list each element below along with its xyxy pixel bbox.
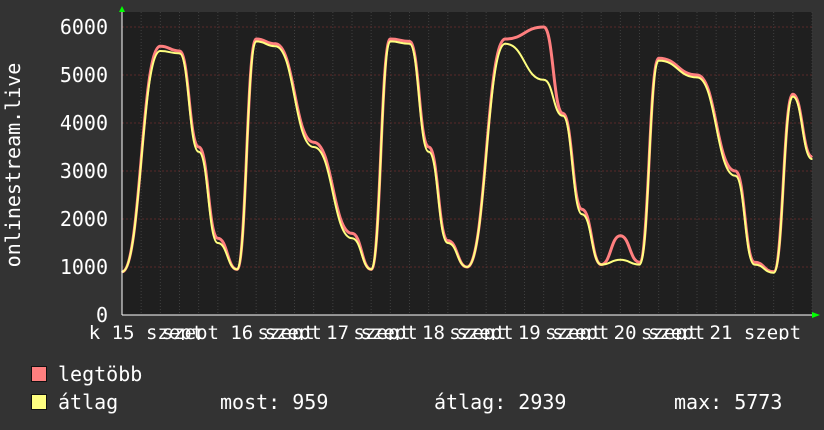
series-point-1 [811, 158, 813, 160]
x-tick-label: szept 21 szept [641, 322, 801, 340]
series-point-1 [197, 151, 200, 153]
series-point-0 [811, 155, 813, 158]
series-point-0 [638, 261, 641, 264]
series-point-0 [427, 146, 430, 148]
series-point-0 [351, 232, 353, 235]
series-point-1 [236, 268, 238, 271]
series-point-1 [370, 268, 372, 271]
series-point-0 [542, 26, 545, 28]
series-point-0 [581, 208, 583, 211]
series-point-0 [562, 112, 564, 115]
series-point-0 [657, 57, 660, 59]
series-point-1 [447, 242, 449, 244]
series-point-0 [504, 38, 507, 40]
series-point-1 [657, 59, 660, 62]
series-point-1 [753, 263, 756, 266]
series-point-0 [197, 146, 200, 148]
x-axis-ticks: k 15 szeptszept 16 szeptszept 17 szeptsz… [89, 322, 801, 340]
series-point-1 [408, 43, 411, 45]
series-point-0 [178, 50, 181, 52]
series-point-0 [447, 239, 449, 242]
series-point-1 [638, 263, 641, 266]
chart: 0100020003000400050006000 k 15 szeptszep… [0, 0, 824, 340]
series-point-0 [159, 45, 162, 47]
series-point-1 [792, 95, 794, 98]
y-tick-label: 1000 [60, 255, 108, 279]
series-point-1 [351, 237, 353, 239]
series-point-1 [466, 266, 468, 268]
stat-most: most: 959 [220, 390, 329, 414]
series-point-0 [274, 43, 277, 45]
series-point-0 [408, 40, 411, 43]
stat-atlag: átlag: 2939 [434, 390, 567, 414]
series-point-1 [217, 242, 219, 244]
y-tick-label: 4000 [60, 111, 108, 135]
series-point-1 [619, 259, 622, 261]
series-point-1 [581, 213, 583, 215]
series-point-1 [274, 45, 277, 47]
series-point-1 [389, 40, 392, 43]
y-tick-label: 3000 [60, 159, 108, 183]
series-point-0 [255, 38, 257, 40]
y-tick-label: 6000 [60, 15, 108, 39]
legend-label-legtobb: legtöbb [58, 362, 143, 386]
series-point-0 [217, 237, 219, 239]
y-tick-label: 2000 [60, 207, 108, 231]
series-point-1 [312, 146, 315, 148]
series-point-0 [792, 93, 794, 95]
series-point-0 [389, 38, 392, 40]
series-point-1 [562, 115, 564, 117]
legend-label-atlag: átlag [58, 390, 119, 414]
legend-swatch-legtobb [31, 366, 47, 382]
stat-max: max: 5773 [674, 390, 783, 414]
series-point-0 [753, 261, 756, 264]
series-point-1 [159, 50, 162, 52]
y-tick-label: 5000 [60, 63, 108, 87]
series-point-1 [600, 263, 602, 266]
series-point-1 [696, 76, 698, 79]
series-point-1 [255, 40, 257, 43]
legend-swatch-atlag [31, 394, 47, 410]
series-point-1 [427, 151, 430, 153]
series-point-0 [734, 170, 737, 172]
series-point-1 [542, 79, 545, 81]
y-axis-label: onlinestream.live [1, 63, 25, 268]
series-point-1 [734, 175, 737, 177]
series-point-0 [619, 235, 622, 237]
series-point-1 [772, 271, 775, 274]
series-point-0 [696, 74, 698, 76]
series-point-1 [178, 52, 181, 55]
series-point-0 [312, 141, 315, 143]
series-point-1 [504, 43, 507, 45]
